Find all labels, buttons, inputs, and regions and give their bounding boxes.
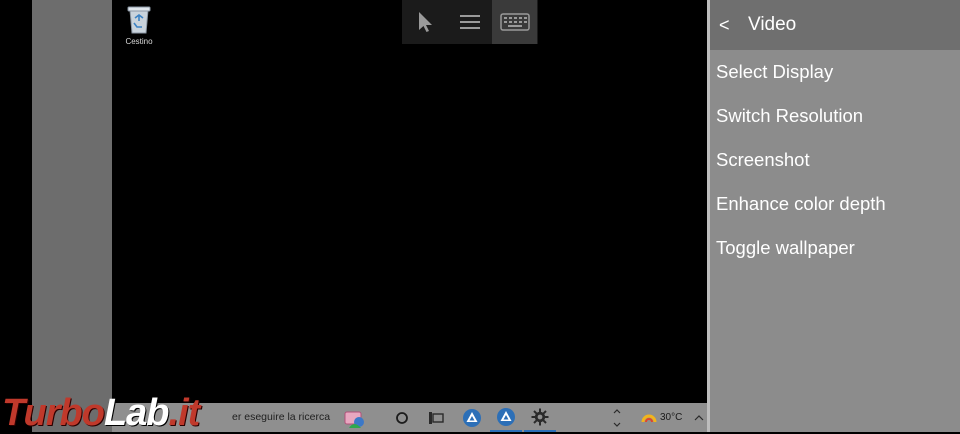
news-widget-icon	[344, 411, 364, 428]
task-view-icon	[429, 411, 444, 424]
taskbar-task-view-button[interactable]	[422, 403, 450, 432]
watermark-part-it: .it	[168, 392, 201, 434]
weather-sun-icon	[641, 414, 657, 422]
recycle-bin-shortcut[interactable]: Cestino	[120, 4, 158, 46]
watermark-part-turbo: Turbo	[2, 392, 105, 434]
menu-item-toggle-wallpaper[interactable]: Toggle wallpaper	[710, 226, 960, 270]
taskbar-cortana-button[interactable]	[388, 403, 416, 432]
menu-item-select-display[interactable]: Select Display	[710, 50, 960, 94]
mouse-mode-button[interactable]	[402, 0, 447, 44]
chevron-up-icon	[694, 414, 704, 420]
video-settings-panel: < Video Select Display Switch Resolution…	[710, 0, 960, 432]
panel-title: Video	[748, 14, 797, 35]
menu-item-screenshot[interactable]: Screenshot	[710, 138, 960, 182]
side-grey-strip	[32, 0, 112, 432]
turbolab-watermark: Turbo Lab .it	[2, 390, 201, 434]
panel-header[interactable]: < Video	[710, 0, 960, 50]
weather-temperature: 30°C	[660, 412, 683, 423]
system-tray-expand-button[interactable]	[692, 403, 706, 432]
taskbar-up-down-button[interactable]	[608, 403, 626, 432]
remote-desktop-area[interactable]	[112, 0, 708, 403]
mouse-pointer-icon	[418, 12, 432, 32]
app-triangle-icon	[497, 407, 515, 426]
gear-icon	[531, 408, 549, 425]
menu-item-switch-resolution[interactable]: Switch Resolution	[710, 94, 960, 138]
cortana-circle-icon	[396, 411, 408, 424]
back-button[interactable]: <	[719, 15, 743, 36]
watermark-part-lab: Lab	[103, 392, 170, 434]
taskbar-app-1[interactable]	[456, 403, 488, 432]
remote-toolbar	[402, 0, 538, 44]
recycle-bin-icon	[127, 6, 151, 34]
app-triangle-icon	[463, 408, 481, 427]
menu-item-enhance-color-depth[interactable]: Enhance color depth	[710, 182, 960, 226]
menu-button[interactable]	[447, 0, 492, 44]
keyboard-icon	[499, 13, 530, 31]
taskbar-app-2[interactable]	[490, 403, 522, 432]
taskbar-search-text[interactable]: er eseguire la ricerca	[232, 411, 330, 423]
keyboard-button[interactable]	[492, 0, 537, 44]
recycle-bin-label: Cestino	[125, 37, 153, 46]
chevron-up-down-icon	[613, 408, 621, 427]
taskbar-settings-button[interactable]	[524, 403, 556, 432]
hamburger-menu-icon	[459, 15, 480, 29]
windows-taskbar: er eseguire la ricerca 30°C	[112, 403, 708, 432]
taskbar-news-button[interactable]	[340, 403, 368, 432]
weather-widget[interactable]	[640, 403, 658, 432]
left-black-bar	[0, 0, 32, 432]
